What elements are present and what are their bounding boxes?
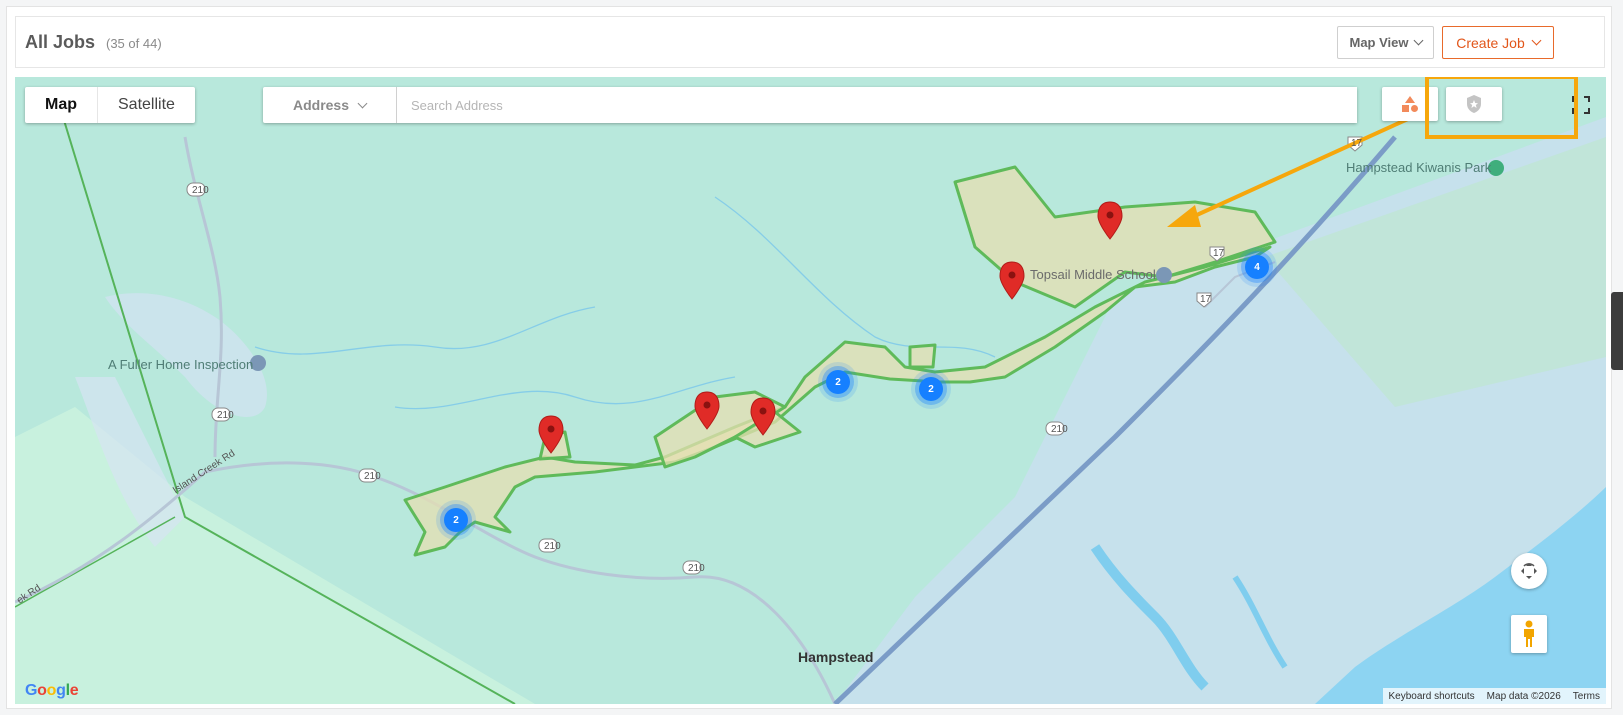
page-frame: All Jobs (35 of 44) Map View Create Job <box>6 6 1612 709</box>
road-shield-label: 210 <box>544 541 561 552</box>
side-panel-tab[interactable] <box>1611 292 1623 370</box>
road-shield-label: 210 <box>688 563 705 574</box>
road-shield-label: 210 <box>364 471 381 482</box>
chevron-down-icon <box>357 98 368 108</box>
road-shield-label: 17 <box>1351 138 1363 149</box>
street-view-pegman[interactable] <box>1511 615 1547 653</box>
map-type-map-button[interactable]: Map <box>25 87 98 123</box>
job-cluster-marker[interactable]: 2 <box>444 508 468 532</box>
park-label: Hampstead Kiwanis Park <box>1346 160 1492 175</box>
draw-shape-button[interactable] <box>1382 87 1438 121</box>
create-job-label: Create Job <box>1456 34 1525 51</box>
search-type-dropdown[interactable]: Address <box>263 87 397 123</box>
job-cluster-marker[interactable]: 2 <box>826 370 850 394</box>
search-type-label: Address <box>292 97 350 113</box>
page-header: All Jobs (35 of 44) Map View Create Job <box>15 16 1605 68</box>
fullscreen-button[interactable] <box>1563 87 1599 123</box>
search-address-input[interactable] <box>397 87 1357 123</box>
google-logo: Google <box>25 682 79 699</box>
chevron-down-icon <box>1531 35 1542 46</box>
pegman-icon <box>1524 620 1534 647</box>
address-search-bar: Address <box>263 87 1357 123</box>
map-rotate-button[interactable] <box>1511 553 1547 589</box>
road-shield-label: 17 <box>1200 294 1212 305</box>
shield-star-icon <box>1467 95 1481 113</box>
job-cluster-marker[interactable]: 4 <box>1245 255 1269 279</box>
map-canvas[interactable]: 210 210 210 210 210 210 17 17 17 Island … <box>15 77 1606 704</box>
shapes-icon <box>1402 96 1418 112</box>
rotate-icon <box>1521 563 1537 579</box>
chevron-down-icon <box>1413 35 1423 46</box>
town-label: Hampstead <box>798 649 874 665</box>
road-shield-label: 210 <box>1051 424 1068 435</box>
fullscreen-icon <box>1572 96 1590 114</box>
map-view-dropdown[interactable]: Map View <box>1337 26 1434 59</box>
map-view-label: Map View <box>1349 35 1409 50</box>
road-shield-label: 210 <box>192 185 209 196</box>
page-title: All Jobs <box>25 32 96 52</box>
poi-label: A Fuller Home Inspection <box>108 357 254 372</box>
road-shield-label: 210 <box>217 410 234 421</box>
territory-button[interactable] <box>1446 87 1502 121</box>
terms-link[interactable]: Terms <box>1573 691 1600 702</box>
job-cluster-marker[interactable]: 2 <box>919 377 943 401</box>
map-type-toggle: Map Satellite <box>25 87 195 123</box>
school-label: Topsail Middle School <box>1030 267 1156 282</box>
map-data-text: Map data ©2026 <box>1486 690 1561 702</box>
map-attribution-bar: Keyboard shortcuts Map data ©2026 Terms <box>1382 688 1606 704</box>
map-type-satellite-button[interactable]: Satellite <box>98 87 195 123</box>
create-job-button[interactable]: Create Job <box>1442 26 1554 59</box>
road-shield-label: 17 <box>1213 248 1225 259</box>
job-count: (35 of 44) <box>106 36 162 51</box>
keyboard-shortcuts-link[interactable]: Keyboard shortcuts <box>1389 691 1475 702</box>
